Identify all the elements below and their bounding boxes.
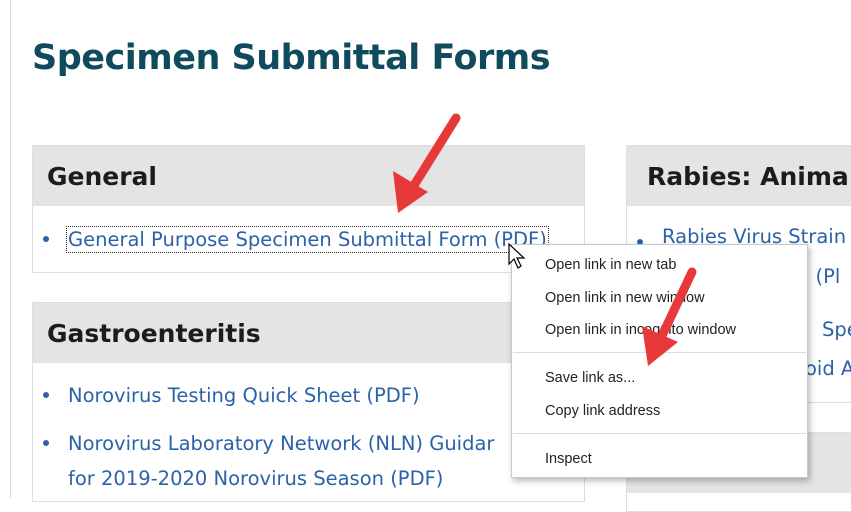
menu-separator (513, 352, 806, 353)
link-general-purpose-form[interactable]: General Purpose Specimen Submittal Form … (66, 226, 549, 253)
menu-item-inspect[interactable]: Inspect (512, 444, 807, 474)
context-menu: Open link in new tab Open link in new wi… (511, 244, 808, 478)
section-heading-general: General (33, 146, 584, 206)
menu-item-save-link-as[interactable]: Save link as... (512, 363, 807, 393)
section-heading-rabies: Rabies: Anima (627, 146, 851, 206)
section-heading-gastroenteritis: Gastroenteritis (33, 303, 584, 363)
link-rabies-line4[interactable]: oid A (805, 357, 851, 380)
link-norovirus-quick-sheet[interactable]: Norovirus Testing Quick Sheet (PDF) (68, 384, 420, 407)
section-gastroenteritis: Gastroenteritis Norovirus Testing Quick … (32, 302, 585, 502)
bullet-icon (43, 392, 49, 398)
menu-item-open-new-window[interactable]: Open link in new window (512, 283, 807, 313)
link-list-gastroenteritis: Norovirus Testing Quick Sheet (PDF) Noro… (33, 378, 584, 496)
page-left-border (10, 0, 11, 498)
list-item: General Purpose Specimen Submittal Form … (33, 222, 584, 257)
menu-item-open-new-tab[interactable]: Open link in new tab (512, 250, 807, 280)
section-general: General General Purpose Specimen Submitt… (32, 145, 585, 273)
bullet-icon (43, 440, 49, 446)
bullet-icon (43, 236, 49, 242)
link-norovirus-nln-guidance[interactable]: Norovirus Laboratory Network (NLN) Guida… (68, 432, 494, 455)
link-norovirus-nln-guidance-line2[interactable]: for 2019-2020 Norovirus Season (PDF) (68, 467, 443, 490)
list-item: Norovirus Testing Quick Sheet (PDF) (33, 378, 584, 413)
menu-separator (513, 433, 806, 434)
list-item: Norovirus Laboratory Network (NLN) Guida… (33, 426, 584, 496)
link-list-general: General Purpose Specimen Submittal Form … (33, 222, 584, 257)
link-rabies-line3[interactable]: Spec (822, 318, 851, 341)
menu-item-open-incognito[interactable]: Open link in incognito window (512, 315, 807, 345)
page-title: Specimen Submittal Forms (32, 38, 551, 78)
menu-item-copy-link-address[interactable]: Copy link address (512, 396, 807, 426)
